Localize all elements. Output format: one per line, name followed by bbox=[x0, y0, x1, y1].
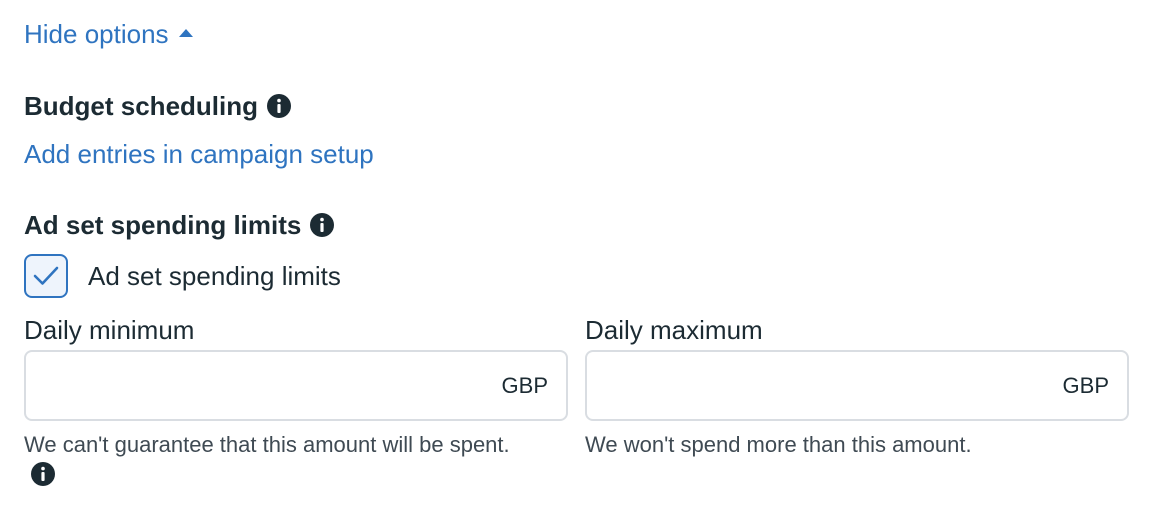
spending-limits-checkbox[interactable] bbox=[24, 254, 68, 298]
daily-minimum-field[interactable]: GBP bbox=[24, 350, 568, 421]
add-entries-link[interactable]: Add entries in campaign setup bbox=[24, 136, 374, 172]
hide-options-link[interactable]: Hide options bbox=[24, 16, 193, 52]
daily-minimum-label: Daily minimum bbox=[24, 315, 195, 345]
hide-options-label: Hide options bbox=[24, 19, 169, 49]
info-icon[interactable] bbox=[310, 213, 335, 237]
daily-maximum-label: Daily maximum bbox=[585, 315, 763, 345]
daily-minimum-currency: GBP bbox=[501, 372, 548, 398]
daily-maximum-helper: We won't spend more than this amount. bbox=[585, 432, 972, 457]
checkmark-icon bbox=[33, 266, 59, 285]
spending-limits-heading: Ad set spending limits bbox=[24, 207, 335, 243]
daily-maximum-input[interactable] bbox=[587, 351, 1063, 420]
daily-maximum-currency: GBP bbox=[1062, 372, 1109, 398]
spending-limits-title: Ad set spending limits bbox=[24, 210, 302, 240]
info-icon[interactable] bbox=[267, 94, 291, 118]
budget-scheduling-heading: Budget scheduling bbox=[24, 88, 291, 124]
info-icon[interactable] bbox=[31, 462, 55, 486]
spending-limits-checkbox-row: Ad set spending limits bbox=[24, 254, 341, 298]
budget-scheduling-title: Budget scheduling bbox=[24, 91, 258, 121]
daily-maximum-field[interactable]: GBP bbox=[585, 350, 1129, 421]
daily-minimum-helper: We can't guarantee that this amount will… bbox=[24, 432, 510, 457]
caret-up-icon bbox=[178, 29, 193, 37]
daily-minimum-input[interactable] bbox=[26, 351, 502, 420]
spending-limits-checkbox-label: Ad set spending limits bbox=[88, 261, 341, 291]
